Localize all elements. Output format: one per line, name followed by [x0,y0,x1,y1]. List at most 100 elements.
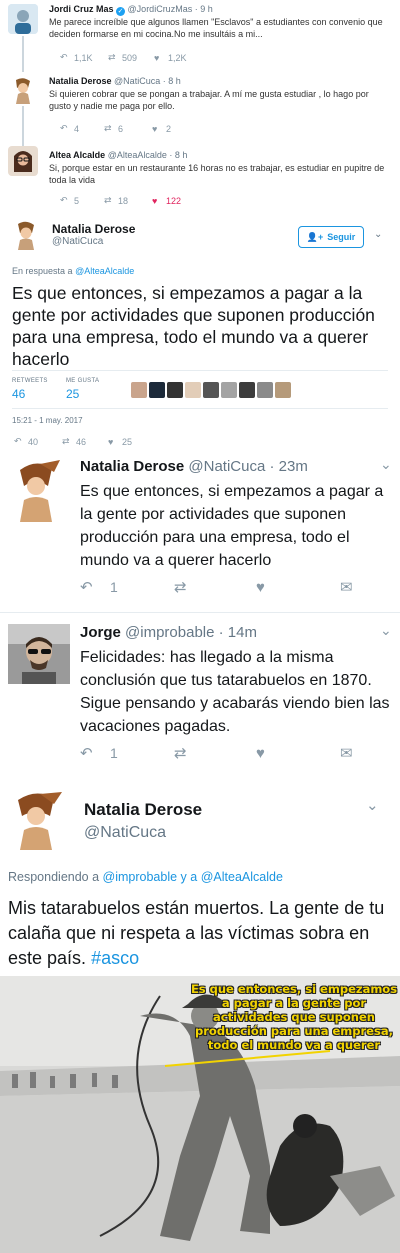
avatar[interactable] [8,786,64,850]
like-count: 122 [166,195,182,206]
tweet-text: Mis tatarabuelos están muertos. La gente… [8,898,385,968]
author-name[interactable]: Jordi Cruz Mas [49,4,114,14]
author-handle[interactable]: @NatiCuca [52,236,103,247]
author-name[interactable]: Natalia Derose [80,458,184,475]
reply-to-link[interactable]: @improbable [103,870,178,884]
author-handle[interactable]: @NatiCuca [114,76,160,86]
liker-avatar[interactable] [257,382,273,398]
tweet-text: Si quieren cobrar que se pongan a trabaj… [49,89,369,111]
liker-avatar[interactable] [221,382,237,398]
liker-avatar[interactable] [131,382,147,398]
avatar[interactable] [8,74,38,104]
retweet-count: 46 [76,436,87,447]
author-handle[interactable]: @JordiCruzMas [128,4,193,14]
reply-to-link[interactable]: @AlteaAlcalde [75,266,134,276]
like-icon[interactable]: ♥ [154,53,168,63]
avatar[interactable] [10,456,62,522]
thread-tweet-2[interactable]: Natalia Derose @NatiCuca · 8 h Si quiere… [0,70,400,136]
like-icon[interactable]: ♥ [256,745,340,762]
reply-icon[interactable]: ↶ [80,578,110,596]
tweet-text: Es que entonces, si empezamos a pagar a … [80,483,384,569]
avatar[interactable] [8,624,70,684]
retweet-count: 18 [118,195,129,206]
meme-image: Es que entonces, si empezamos a pagar a … [0,976,400,1253]
reply-prefix: Respondiendo a [8,870,100,884]
reply-icon[interactable]: ↶ [80,744,110,762]
retweets-count[interactable]: 46 [12,387,48,401]
retweet-count: 6 [118,123,124,134]
reply-icon[interactable]: ↶ [60,52,74,63]
tweet-time[interactable]: · 8 h [163,76,181,86]
hashtag-link[interactable]: #asco [91,948,139,968]
reply-icon[interactable]: ↶ [60,123,74,134]
like-count: 25 [122,436,133,447]
retweet-count: 509 [122,52,138,63]
like-icon[interactable]: ♥ [256,579,340,596]
reply-count: 1 [110,745,118,761]
author-name[interactable]: Natalia Derose [84,800,202,820]
retweet-icon[interactable]: ⇄ [174,578,256,596]
retweet-icon[interactable]: ⇄ [174,744,256,762]
tweet-text: Me parece increíble que algunos llamen "… [49,17,383,39]
like-icon[interactable]: ♥ [152,196,166,206]
liker-avatar[interactable] [167,382,183,398]
tweet-time[interactable]: · 8 h [169,150,187,160]
final-tweet: Natalia Derose @NatiCuca ⌄ Respondiendo … [0,780,400,978]
liker-avatar[interactable] [275,382,291,398]
avatar[interactable] [10,218,42,250]
reply-count: 5 [74,195,80,206]
thread-tweet-1[interactable]: Jordi Cruz Mas ✓ @JordiCruzMas · 9 h Me … [0,0,400,68]
author-handle[interactable]: @improbable [125,624,214,641]
retweet-icon[interactable]: ⇄ [104,195,118,206]
reply-count: 1,1K [74,52,93,63]
thread-line [22,36,24,72]
author-handle[interactable]: @AlteaAlcalde [108,150,167,160]
likes-count[interactable]: 25 [66,387,99,401]
author-handle[interactable]: @NatiCuca [84,824,166,842]
like-icon[interactable]: ♥ [152,124,166,134]
like-icon[interactable]: ♥ [108,437,122,447]
follow-button[interactable]: 👤+ Seguir [298,226,364,248]
liker-avatar[interactable] [149,382,165,398]
retweet-icon[interactable]: ⇄ [108,52,122,63]
author-name[interactable]: Natalia Derose [49,76,112,86]
retweet-icon[interactable]: ⇄ [104,123,118,134]
reply-and: y a [180,870,198,884]
tweet-datetime[interactable]: 15:21 - 1 may. 2017 [12,416,83,425]
liker-avatar[interactable] [185,382,201,398]
meme-caption: Es que entonces, si empezamos a pagar a … [190,982,398,1052]
reply-prefix: En respuesta a [12,266,73,276]
tweet-text: Es que entonces, si empezamos a pagar a … [12,283,375,369]
reply-icon[interactable]: ↶ [14,436,28,447]
tweet-text: Felicidades: has llegado a la misma conc… [80,649,390,735]
mobile-tweet-1[interactable]: Natalia Derose @NatiCuca · 23m ⌄ Es que … [0,450,400,610]
message-icon[interactable]: ✉ [340,578,353,596]
retweet-icon[interactable]: ⇄ [62,436,76,447]
like-count: 2 [166,123,172,134]
chevron-down-icon[interactable]: ⌄ [366,796,379,814]
avatar[interactable] [8,146,38,176]
tweet-text: Si, porque estar en un restaurante 16 ho… [49,163,385,185]
reply-count: 1 [110,579,118,595]
tweet-time[interactable]: · 14m [219,624,257,641]
thread-tweet-3[interactable]: Altea Alcalde @AlteaAlcalde · 8 h Si, po… [0,142,400,208]
reply-to-link[interactable]: @AlteaAlcalde [201,870,283,884]
chevron-down-icon[interactable]: ⌄ [374,229,382,240]
chevron-down-icon[interactable]: ⌄ [380,622,392,639]
author-handle[interactable]: @NatiCuca [188,458,265,475]
chevron-down-icon[interactable]: ⌄ [380,456,392,473]
tweet-time[interactable]: · 9 h [195,4,213,14]
reply-icon[interactable]: ↶ [60,195,74,206]
author-name[interactable]: Natalia Derose [52,222,135,236]
avatar[interactable] [8,4,38,34]
reply-count: 4 [74,123,80,134]
author-name[interactable]: Jorge [80,624,121,641]
liker-avatar[interactable] [203,382,219,398]
retweets-label: RETWEETS [12,378,48,384]
author-name[interactable]: Altea Alcalde [49,150,105,160]
message-icon[interactable]: ✉ [340,744,353,762]
tweet-time[interactable]: · 23m [269,458,307,475]
liker-avatar[interactable] [239,382,255,398]
liker-avatars [131,382,291,398]
mobile-tweet-2[interactable]: Jorge @improbable · 14m ⌄ Felicidades: h… [0,614,400,774]
